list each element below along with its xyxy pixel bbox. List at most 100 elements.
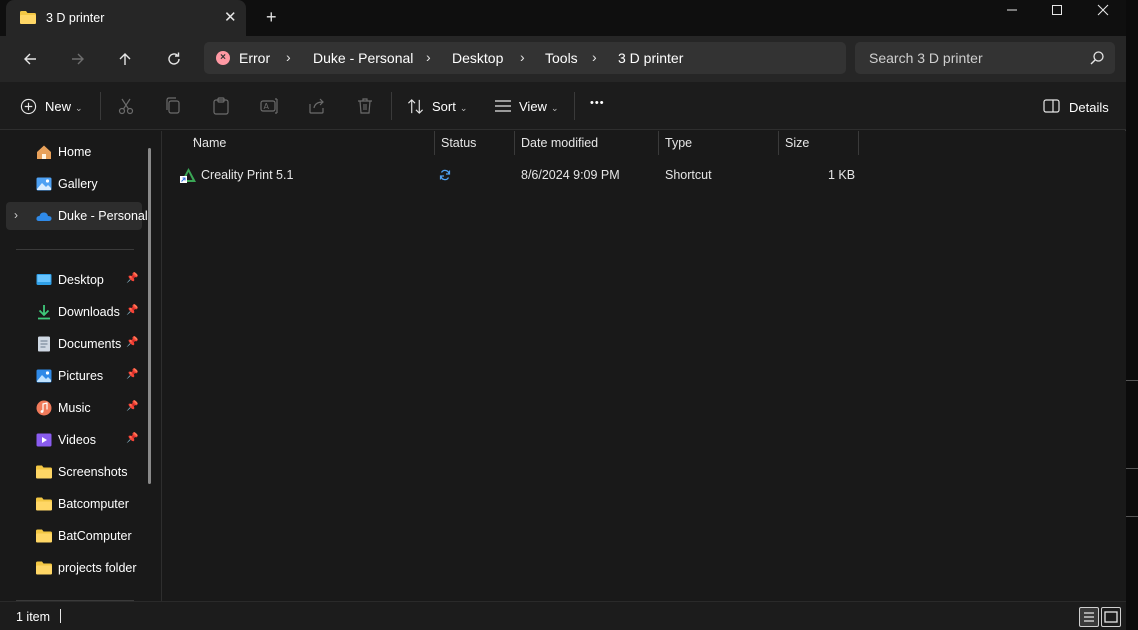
- gallery-icon: [36, 177, 52, 191]
- sidebar-item-videos[interactable]: Videos 📌: [6, 426, 142, 454]
- sidebar-item-batcomputer[interactable]: Batcomputer: [6, 490, 142, 518]
- new-plus-icon[interactable]: [20, 98, 37, 115]
- pin-icon[interactable]: 📌: [126, 305, 138, 316]
- new-tab-button[interactable]: +: [266, 7, 277, 28]
- sidebar-item-duke-personal[interactable]: › Duke - Personal: [6, 202, 148, 230]
- sidebar-item-gallery[interactable]: Gallery: [6, 170, 142, 198]
- svg-text:A: A: [264, 102, 270, 111]
- search-icon[interactable]: [1089, 50, 1105, 66]
- chevron-right-icon[interactable]: ›: [520, 49, 525, 65]
- pin-icon[interactable]: 📌: [126, 369, 138, 380]
- desktop-edge: [1126, 380, 1138, 381]
- refresh-icon: [168, 52, 180, 65]
- view-label: View: [519, 99, 547, 114]
- minimize-button[interactable]: [989, 0, 1035, 24]
- more-options-button[interactable]: •••: [590, 97, 605, 109]
- sidebar-item-label: Screenshots: [58, 465, 128, 479]
- file-row[interactable]: Creality Print 5.1 8/6/2024 9:09 PM Shor…: [176, 164, 866, 186]
- delete-icon[interactable]: [355, 96, 375, 116]
- sort-button[interactable]: Sort ⌄: [432, 99, 467, 114]
- sidebar-item-batcomputer-2[interactable]: BatComputer: [6, 522, 142, 550]
- chevron-down-icon: ⌄: [550, 103, 559, 113]
- sidebar-item-home[interactable]: Home: [6, 138, 142, 166]
- sidebar-item-label: Batcomputer: [58, 497, 129, 511]
- folder-icon: [36, 497, 52, 511]
- file-name[interactable]: Creality Print 5.1: [201, 168, 293, 182]
- tiles-view-icon: [1104, 611, 1118, 623]
- view-list-icon[interactable]: [494, 99, 512, 113]
- copy-icon[interactable]: [163, 96, 183, 116]
- file-type: Shortcut: [665, 168, 712, 182]
- breadcrumb-desktop[interactable]: Desktop: [452, 50, 503, 66]
- status-bar: 1 item: [0, 601, 1126, 630]
- sidebar-item-label: Documents: [58, 337, 122, 351]
- address-bar[interactable]: × Error › Duke - Personal › Desktop › To…: [204, 42, 846, 74]
- videos-icon: [36, 433, 52, 447]
- column-label: Size: [785, 136, 810, 150]
- details-button[interactable]: Details: [1069, 100, 1109, 115]
- sidebar-item-projects-folder[interactable]: projects folder: [6, 554, 142, 582]
- tiles-view-button[interactable]: [1101, 607, 1121, 627]
- file-list: Name ^ Status Date modified Type Size Cr…: [162, 131, 1126, 601]
- sidebar-item-documents[interactable]: Documents 📌: [6, 330, 142, 358]
- column-header-size[interactable]: Size: [779, 131, 859, 155]
- close-window-button[interactable]: [1080, 0, 1126, 24]
- cut-icon[interactable]: [116, 96, 136, 116]
- details-view-icon: [1084, 612, 1094, 622]
- pin-icon[interactable]: 📌: [126, 273, 138, 284]
- refresh-button[interactable]: [163, 48, 185, 70]
- tab-3d-printer[interactable]: 3 D printer ✕: [6, 0, 246, 36]
- details-view-button[interactable]: [1079, 607, 1099, 627]
- sort-icon[interactable]: [407, 98, 424, 115]
- sidebar-item-screenshots[interactable]: Screenshots: [6, 458, 142, 486]
- column-header-status[interactable]: Status: [435, 131, 515, 155]
- back-button[interactable]: [19, 48, 41, 70]
- sidebar-item-label: Videos: [58, 433, 96, 447]
- column-header-name[interactable]: Name ^: [187, 131, 435, 155]
- chevron-right-icon[interactable]: ›: [426, 49, 431, 65]
- close-tab-icon[interactable]: ✕: [224, 8, 237, 26]
- breadcrumb-error[interactable]: Error: [239, 50, 270, 66]
- new-button[interactable]: New ⌄: [45, 99, 83, 114]
- view-button[interactable]: View ⌄: [519, 99, 559, 114]
- rename-icon[interactable]: A: [259, 96, 279, 116]
- chevron-down-icon: ⌄: [459, 103, 468, 113]
- folder-icon: [36, 529, 52, 543]
- breadcrumb-3d-printer[interactable]: 3 D printer: [618, 50, 683, 66]
- sidebar-item-label: BatComputer: [58, 529, 132, 543]
- chevron-right-icon[interactable]: ›: [14, 208, 18, 222]
- chevron-right-icon[interactable]: ›: [286, 49, 291, 65]
- sidebar-item-desktop[interactable]: Desktop 📌: [6, 266, 142, 294]
- pin-icon[interactable]: 📌: [126, 337, 138, 348]
- documents-icon: [38, 336, 50, 352]
- downloads-icon: [38, 305, 50, 320]
- pin-icon[interactable]: 📌: [126, 401, 138, 412]
- divider: [16, 249, 134, 250]
- search-input[interactable]: Search 3 D printer: [855, 42, 1115, 74]
- share-icon[interactable]: [307, 96, 327, 116]
- details-pane-icon[interactable]: [1043, 99, 1060, 113]
- chevron-right-icon[interactable]: ›: [592, 49, 597, 65]
- column-divider[interactable]: [858, 131, 859, 155]
- column-header-type[interactable]: Type: [659, 131, 779, 155]
- paste-icon[interactable]: [211, 96, 231, 116]
- sidebar-scrollbar[interactable]: [148, 148, 151, 484]
- breadcrumb-duke-personal[interactable]: Duke - Personal: [313, 50, 413, 66]
- forward-button[interactable]: [67, 48, 89, 70]
- search-placeholder: Search 3 D printer: [869, 50, 983, 66]
- breadcrumb-tools[interactable]: Tools: [545, 50, 578, 66]
- file-explorer-window: 3 D printer ✕ + × Error › Duke - Persona…: [0, 0, 1126, 630]
- maximize-button[interactable]: [1034, 0, 1080, 24]
- sidebar-item-music[interactable]: Music 📌: [6, 394, 142, 422]
- column-header-date-modified[interactable]: Date modified: [515, 131, 659, 155]
- sidebar-item-downloads[interactable]: Downloads 📌: [6, 298, 142, 326]
- sidebar-item-pictures[interactable]: Pictures 📌: [6, 362, 142, 390]
- folder-icon: [36, 561, 52, 575]
- desktop-edge: [1126, 516, 1138, 517]
- up-button[interactable]: [114, 48, 136, 70]
- folder-icon: [36, 465, 52, 479]
- pin-icon[interactable]: 📌: [126, 433, 138, 444]
- sort-ascending-icon: ^: [193, 136, 198, 146]
- item-count: 1 item: [16, 610, 51, 624]
- arrow-left-icon: [24, 53, 36, 65]
